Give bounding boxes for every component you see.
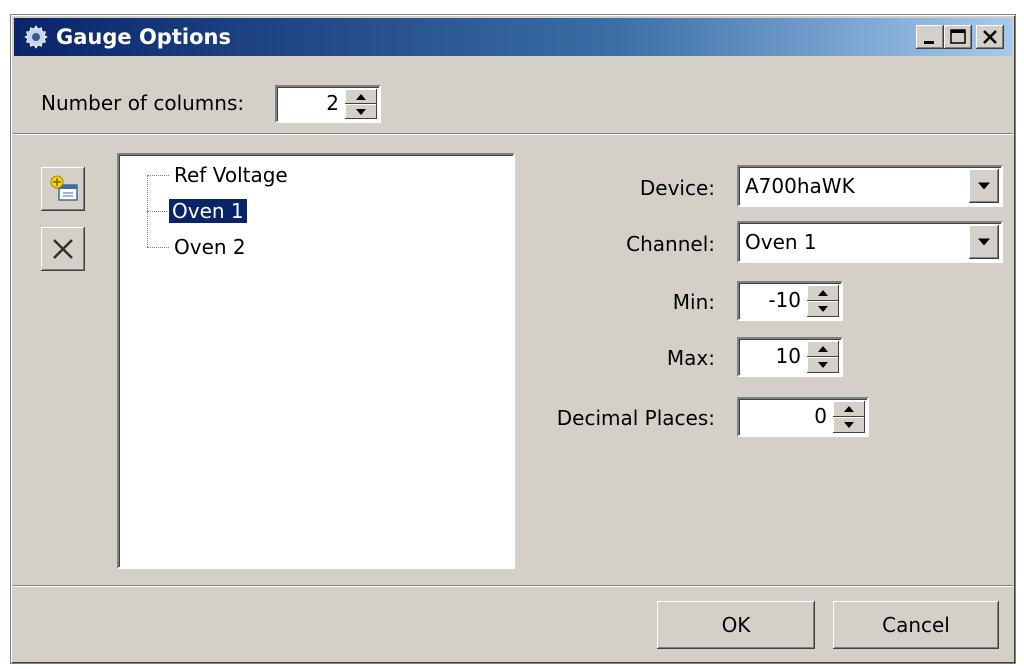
columns-label: Number of columns: — [41, 91, 245, 115]
minimize-icon — [924, 41, 934, 44]
arrow-down-icon — [844, 422, 854, 428]
arrow-up-icon — [818, 290, 828, 296]
channel-dropdown[interactable]: Oven 1 — [737, 221, 1003, 263]
arrow-up-icon — [818, 346, 828, 352]
min-spinner[interactable]: -10 — [737, 281, 843, 321]
gauge-options-dialog: Gauge Options Number of columns: 2 Ref V… — [10, 14, 1016, 664]
delete-gauge-button[interactable] — [41, 227, 85, 271]
max-spin-buttons[interactable] — [807, 341, 839, 373]
device-dropdown[interactable]: A700haWK — [737, 165, 1003, 207]
max-value[interactable]: 10 — [776, 344, 801, 368]
tree-item-ref-voltage[interactable]: Ref Voltage — [171, 163, 291, 187]
min-down-button[interactable] — [807, 301, 839, 317]
device-value: A700haWK — [745, 174, 855, 198]
arrow-down-icon — [818, 306, 828, 312]
chevron-down-icon — [978, 238, 990, 246]
gear-icon — [24, 25, 48, 49]
tree-connector — [147, 247, 169, 248]
min-spin-buttons[interactable] — [807, 285, 839, 317]
arrow-down-icon — [356, 108, 366, 115]
max-spinner[interactable]: 10 — [737, 337, 843, 377]
arrow-up-icon — [356, 93, 366, 100]
channel-label: Channel: — [626, 232, 715, 256]
device-dropdown-button[interactable] — [969, 169, 999, 203]
cancel-button[interactable]: Cancel — [833, 601, 999, 649]
window-title: Gauge Options — [56, 25, 231, 49]
max-down-button[interactable] — [807, 357, 839, 373]
max-up-button[interactable] — [807, 341, 839, 357]
max-label: Max: — [666, 346, 715, 370]
channel-value: Oven 1 — [745, 230, 817, 254]
decimal-spin-buttons[interactable] — [833, 401, 865, 433]
arrow-down-icon — [818, 362, 828, 368]
min-label: Min: — [672, 290, 715, 314]
channel-dropdown-button[interactable] — [969, 225, 999, 259]
bottom-separator — [13, 585, 1013, 587]
title-bar[interactable]: Gauge Options — [14, 18, 1012, 56]
delete-icon — [53, 239, 73, 259]
top-separator — [13, 133, 1013, 135]
decimal-places-label: Decimal Places: — [556, 406, 715, 430]
arrow-up-icon — [844, 406, 854, 412]
min-value[interactable]: -10 — [768, 288, 801, 312]
tree-item-oven-1[interactable]: Oven 1 — [168, 198, 248, 224]
minimize-button[interactable] — [916, 25, 944, 49]
chevron-down-icon — [978, 182, 990, 190]
columns-spinner[interactable]: 2 — [275, 85, 381, 123]
close-icon — [983, 30, 997, 44]
tree-connector — [147, 175, 169, 176]
tree-item-oven-2[interactable]: Oven 2 — [171, 235, 249, 259]
decimal-up-button[interactable] — [833, 401, 865, 417]
maximize-button[interactable] — [944, 25, 972, 49]
tree-connector — [147, 211, 169, 212]
columns-spin-buttons[interactable] — [345, 89, 377, 119]
add-gauge-icon — [50, 175, 78, 201]
ok-button[interactable]: OK — [657, 601, 815, 649]
columns-up-button[interactable] — [345, 89, 377, 104]
maximize-icon — [950, 29, 966, 44]
decimal-places-value[interactable]: 0 — [814, 404, 827, 428]
device-label: Device: — [639, 176, 715, 200]
decimal-down-button[interactable] — [833, 417, 865, 433]
columns-down-button[interactable] — [345, 104, 377, 119]
close-button[interactable] — [976, 25, 1004, 49]
min-up-button[interactable] — [807, 285, 839, 301]
gauge-tree[interactable]: Ref Voltage Oven 1 Oven 2 — [117, 153, 515, 569]
columns-value[interactable]: 2 — [326, 91, 339, 115]
add-gauge-button[interactable] — [41, 167, 85, 211]
decimal-places-spinner[interactable]: 0 — [737, 397, 869, 437]
